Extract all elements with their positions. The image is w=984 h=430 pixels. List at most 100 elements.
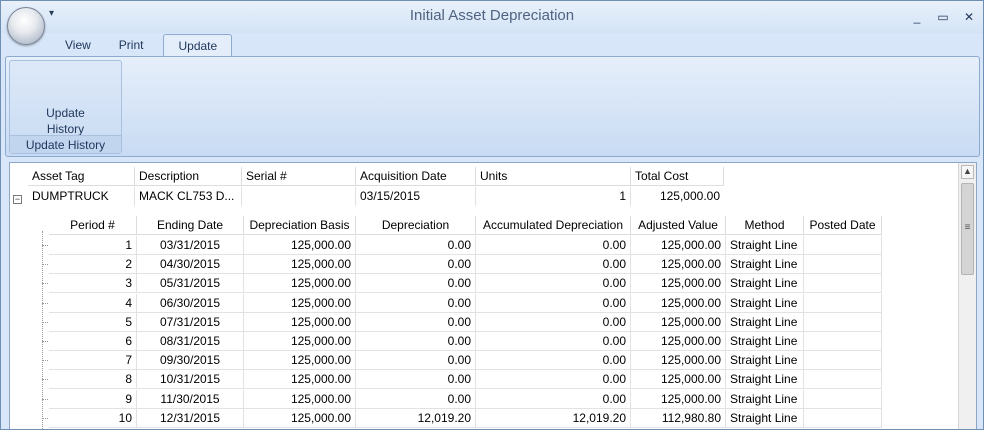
detail-header-posted-date[interactable]: Posted Date — [804, 216, 882, 235]
depreciation-cell[interactable]: 0.00 — [356, 274, 476, 293]
acquisition-date-cell[interactable]: 03/15/2015 — [356, 187, 476, 206]
tab-view[interactable]: View — [51, 34, 105, 56]
period-cell[interactable]: 5 — [49, 313, 137, 332]
depreciation-basis-cell[interactable]: 125,000.00 — [244, 294, 356, 313]
ending-date-cell[interactable]: 10/31/2015 — [137, 370, 244, 389]
collapse-row-icon[interactable]: − — [13, 195, 22, 204]
depreciation-basis-cell[interactable]: 125,000.00 — [244, 409, 356, 428]
posted-date-cell[interactable] — [804, 332, 882, 351]
accumulated-depreciation-cell[interactable]: 0.00 — [476, 390, 631, 409]
posted-date-cell[interactable] — [804, 236, 882, 255]
depreciation-cell[interactable]: 0.00 — [356, 370, 476, 389]
application-orb-button[interactable] — [7, 7, 45, 45]
col-header-serial[interactable]: Serial # — [242, 167, 356, 186]
accumulated-depreciation-cell[interactable]: 0.00 — [476, 313, 631, 332]
detail-header-accumulated-depreciation[interactable]: Accumulated Depreciation — [476, 216, 631, 235]
adjusted-value-cell[interactable]: 125,000.00 — [631, 351, 726, 370]
method-cell[interactable]: Straight Line — [726, 351, 804, 370]
depreciation-basis-cell[interactable]: 125,000.00 — [244, 255, 356, 274]
depreciation-cell[interactable]: 0.00 — [356, 332, 476, 351]
col-header-units[interactable]: Units — [476, 167, 631, 186]
serial-cell[interactable] — [242, 187, 356, 206]
depreciation-cell[interactable]: 12,019.20 — [356, 409, 476, 428]
adjusted-value-cell[interactable]: 125,000.00 — [631, 294, 726, 313]
accumulated-depreciation-cell[interactable]: 0.00 — [476, 274, 631, 293]
posted-date-cell[interactable] — [804, 255, 882, 274]
depreciation-basis-cell[interactable]: 125,000.00 — [244, 370, 356, 389]
ending-date-cell[interactable]: 05/31/2015 — [137, 274, 244, 293]
depreciation-basis-cell[interactable]: 125,000.00 — [244, 313, 356, 332]
method-cell[interactable]: Straight Line — [726, 332, 804, 351]
method-cell[interactable]: Straight Line — [726, 294, 804, 313]
depreciation-basis-cell[interactable]: 125,000.00 — [244, 351, 356, 370]
depreciation-cell[interactable]: 0.00 — [356, 351, 476, 370]
total-cost-cell[interactable]: 125,000.00 — [631, 187, 724, 206]
ending-date-cell[interactable]: 03/31/2015 — [137, 236, 244, 255]
depreciation-cell[interactable]: 0.00 — [356, 255, 476, 274]
period-cell[interactable]: 7 — [49, 351, 137, 370]
period-cell[interactable]: 4 — [49, 294, 137, 313]
adjusted-value-cell[interactable]: 125,000.00 — [631, 274, 726, 293]
period-cell[interactable]: 9 — [49, 390, 137, 409]
period-cell[interactable]: 2 — [49, 255, 137, 274]
tab-update[interactable]: Update — [163, 34, 233, 56]
ending-date-cell[interactable]: 07/31/2015 — [137, 313, 244, 332]
accumulated-depreciation-cell[interactable]: 0.00 — [476, 236, 631, 255]
period-cell[interactable]: 8 — [49, 370, 137, 389]
posted-date-cell[interactable] — [804, 313, 882, 332]
depreciation-cell[interactable]: 0.00 — [356, 313, 476, 332]
detail-header-depreciation[interactable]: Depreciation — [356, 216, 476, 235]
adjusted-value-cell[interactable]: 125,000.00 — [631, 255, 726, 274]
adjusted-value-cell[interactable]: 112,980.80 — [631, 409, 726, 428]
col-header-description[interactable]: Description — [135, 167, 242, 186]
adjusted-value-cell[interactable]: 125,000.00 — [631, 390, 726, 409]
method-cell[interactable]: Straight Line — [726, 390, 804, 409]
method-cell[interactable]: Straight Line — [726, 274, 804, 293]
posted-date-cell[interactable] — [804, 370, 882, 389]
accumulated-depreciation-cell[interactable]: 0.00 — [476, 370, 631, 389]
depreciation-cell[interactable]: 0.00 — [356, 390, 476, 409]
vertical-scrollbar[interactable]: ▲ ≡ — [958, 163, 976, 429]
method-cell[interactable]: Straight Line — [726, 236, 804, 255]
adjusted-value-cell[interactable]: 125,000.00 — [631, 313, 726, 332]
accumulated-depreciation-cell[interactable]: 0.00 — [476, 294, 631, 313]
depreciation-basis-cell[interactable]: 125,000.00 — [244, 236, 356, 255]
ending-date-cell[interactable]: 11/30/2015 — [137, 390, 244, 409]
period-cell[interactable]: 1 — [49, 236, 137, 255]
units-cell[interactable]: 1 — [476, 187, 631, 206]
method-cell[interactable]: Straight Line — [726, 313, 804, 332]
scroll-up-icon[interactable]: ▲ — [961, 165, 974, 179]
asset-tag-cell[interactable]: DUMPTRUCK — [28, 187, 135, 206]
scroll-thumb[interactable]: ≡ — [961, 183, 974, 275]
adjusted-value-cell[interactable]: 125,000.00 — [631, 370, 726, 389]
col-header-acquisition-date[interactable]: Acquisition Date — [356, 167, 476, 186]
minimize-icon[interactable]: _ — [911, 10, 923, 24]
adjusted-value-cell[interactable]: 125,000.00 — [631, 236, 726, 255]
detail-header-depreciation-basis[interactable]: Depreciation Basis — [244, 216, 356, 235]
adjusted-value-cell[interactable]: 125,000.00 — [631, 332, 726, 351]
period-cell[interactable]: 6 — [49, 332, 137, 351]
tab-print[interactable]: Print — [105, 34, 158, 56]
posted-date-cell[interactable] — [804, 409, 882, 428]
method-cell[interactable]: Straight Line — [726, 409, 804, 428]
col-header-total-cost[interactable]: Total Cost — [631, 167, 724, 186]
depreciation-basis-cell[interactable]: 125,000.00 — [244, 390, 356, 409]
posted-date-cell[interactable] — [804, 274, 882, 293]
accumulated-depreciation-cell[interactable]: 0.00 — [476, 255, 631, 274]
depreciation-cell[interactable]: 0.00 — [356, 236, 476, 255]
method-cell[interactable]: Straight Line — [726, 255, 804, 274]
close-icon[interactable]: ✕ — [963, 10, 975, 24]
posted-date-cell[interactable] — [804, 351, 882, 370]
detail-header-adjusted-value[interactable]: Adjusted Value — [631, 216, 726, 235]
ending-date-cell[interactable]: 09/30/2015 — [137, 351, 244, 370]
posted-date-cell[interactable] — [804, 390, 882, 409]
ending-date-cell[interactable]: 04/30/2015 — [137, 255, 244, 274]
detail-header-ending-date[interactable]: Ending Date — [137, 216, 244, 235]
col-header-asset-tag[interactable]: Asset Tag — [28, 167, 135, 186]
detail-header-method[interactable]: Method — [726, 216, 804, 235]
depreciation-cell[interactable]: 0.00 — [356, 294, 476, 313]
ending-date-cell[interactable]: 06/30/2015 — [137, 294, 244, 313]
description-cell[interactable]: MACK CL753 D... — [135, 187, 242, 206]
period-cell[interactable]: 10 — [49, 409, 137, 428]
ending-date-cell[interactable]: 08/31/2015 — [137, 332, 244, 351]
